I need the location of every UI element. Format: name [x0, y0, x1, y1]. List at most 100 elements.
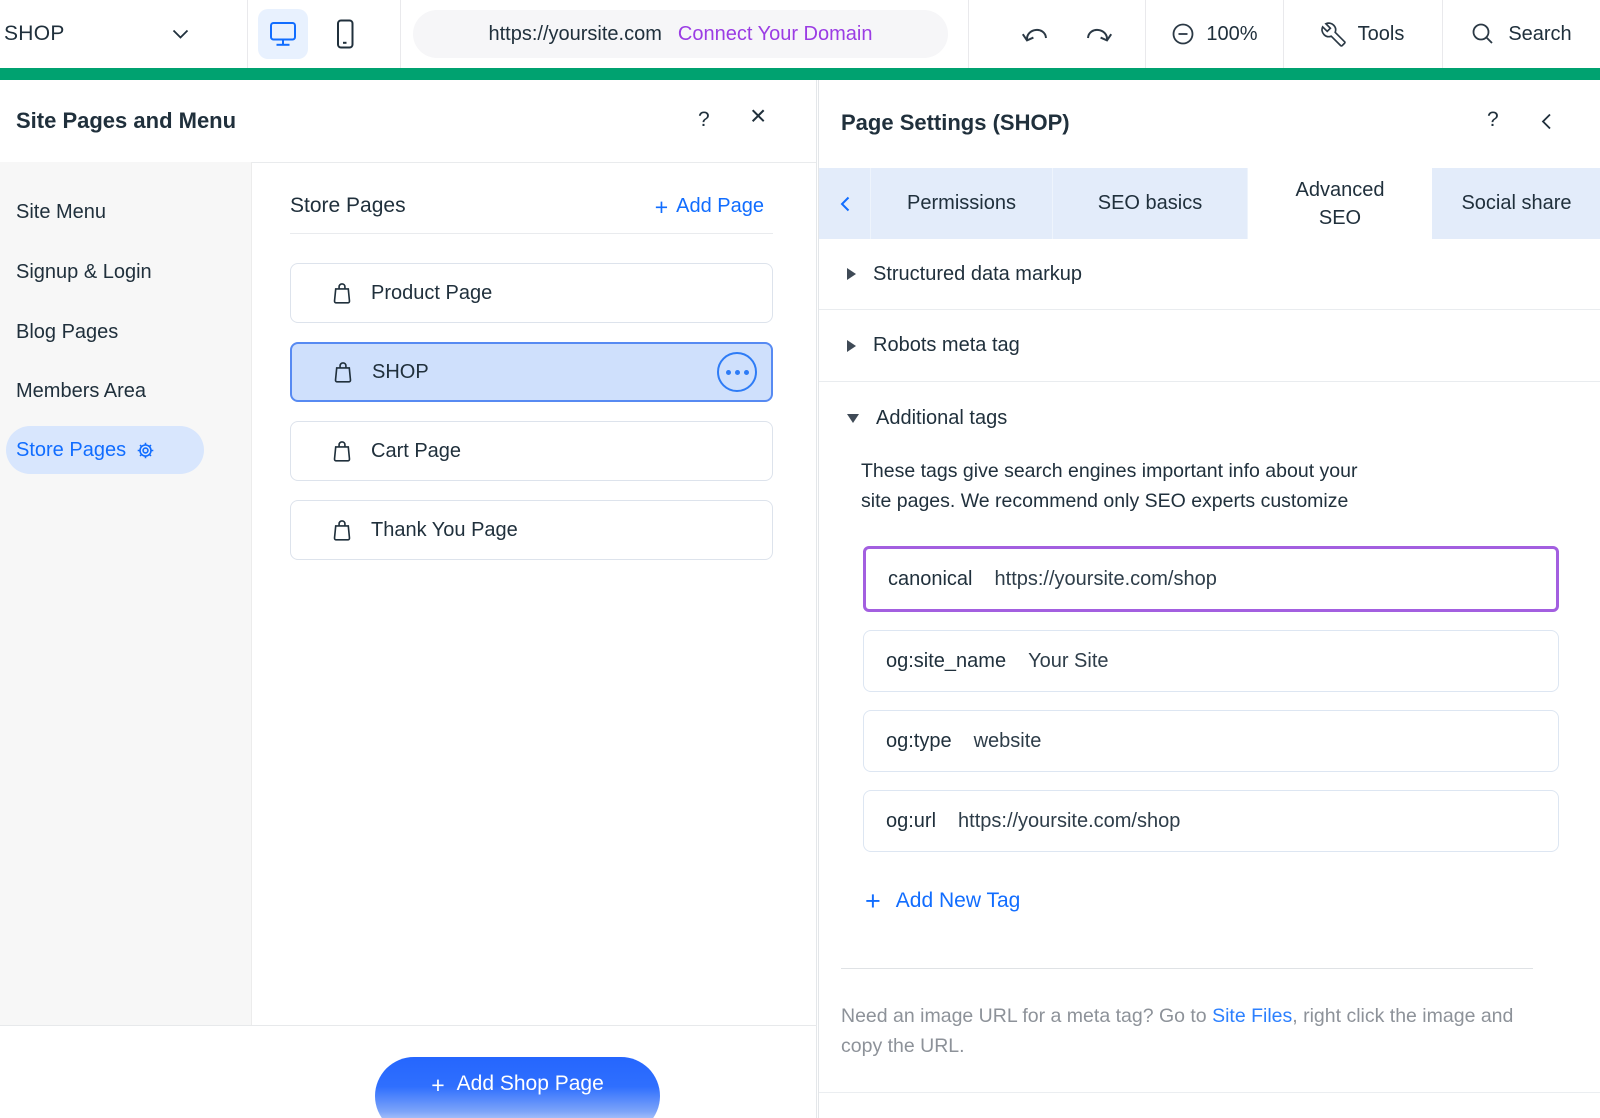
desktop-view-button[interactable] [258, 9, 308, 59]
heading-divider [290, 233, 773, 234]
triangle-right-icon [847, 268, 856, 280]
site-theme-accent-bar [0, 68, 1600, 80]
toolbar-divider [968, 0, 969, 68]
undo-icon[interactable] [1020, 21, 1052, 47]
meta-tag-name: og:type [886, 730, 952, 753]
wrench-icon [1321, 22, 1346, 47]
page-row-label: Product Page [371, 282, 492, 305]
meta-tag-field-og-url[interactable]: og:url https://yoursite.com/shop [863, 790, 1559, 852]
meta-tag-value: https://yoursite.com/shop [995, 568, 1217, 591]
meta-tag-name: og:site_name [886, 650, 1006, 673]
connect-domain-link[interactable]: Connect Your Domain [678, 23, 873, 46]
mobile-icon [332, 18, 358, 50]
description-line: site pages. We recommend only SEO expert… [861, 486, 1501, 516]
site-files-link[interactable]: Site Files [1212, 1005, 1292, 1027]
sidebar-item-members-area[interactable]: Members Area [16, 377, 146, 405]
search-label: Search [1508, 23, 1571, 46]
section-robots-meta-tag[interactable]: Robots meta tag [819, 310, 1600, 382]
page-row-shop[interactable]: SHOP [290, 342, 773, 402]
section-label: Structured data markup [873, 263, 1082, 286]
gear-icon[interactable] [136, 441, 155, 460]
sidebar-item-store-pages[interactable]: Store Pages [6, 426, 204, 474]
section-additional-tags[interactable]: Additional tags [819, 398, 1600, 438]
editor-window: SHOP https://yoursite.com Connect Your D… [0, 0, 1600, 1118]
tabs-scroll-left-button[interactable] [819, 168, 871, 239]
footer-divider [0, 1025, 817, 1026]
close-icon[interactable]: × [750, 102, 766, 130]
add-page-label: Add Page [676, 195, 764, 218]
add-new-tag-button[interactable]: + Add New Tag [865, 880, 1020, 922]
meta-tag-value: https://yoursite.com/shop [958, 810, 1180, 833]
tab-social-share[interactable]: Social share [1432, 168, 1600, 239]
shopping-bag-icon [329, 280, 355, 306]
zoom-out-icon [1170, 21, 1196, 47]
page-selector-label: SHOP [0, 22, 65, 46]
page-selector-dropdown[interactable]: SHOP [0, 0, 247, 68]
add-page-button[interactable]: + Add Page [655, 195, 764, 218]
site-url-bar[interactable]: https://yoursite.com Connect Your Domain [413, 10, 948, 58]
tab-label: Advanced SEO [1287, 176, 1393, 232]
panel-title: Page Settings (SHOP) [841, 110, 1070, 136]
shopping-bag-icon [329, 438, 355, 464]
page-options-button[interactable] [717, 352, 757, 392]
tab-advanced-seo[interactable]: Advanced SEO [1248, 168, 1432, 239]
description-line: These tags give search engines important… [861, 456, 1501, 486]
meta-tag-value: website [974, 730, 1042, 753]
tab-label: Permissions [907, 192, 1016, 215]
tab-permissions[interactable]: Permissions [871, 168, 1053, 239]
tab-seo-basics[interactable]: SEO basics [1053, 168, 1248, 239]
page-row-product-page[interactable]: Product Page [290, 263, 773, 323]
meta-tag-name: og:url [886, 810, 936, 833]
meta-tag-field-canonical[interactable]: canonical https://yoursite.com/shop [863, 546, 1559, 612]
sidebar-item-signup-login[interactable]: Signup & Login [16, 258, 152, 286]
page-row-label: Thank You Page [371, 519, 518, 542]
pages-sidebar: Site Menu Signup & Login Blog Pages Memb… [0, 162, 252, 1025]
image-url-note: Need an image URL for a meta tag? Go to … [841, 1001, 1557, 1061]
sidebar-item-blog-pages[interactable]: Blog Pages [16, 318, 118, 346]
chevron-down-icon [172, 29, 189, 40]
page-row-thank-you-page[interactable]: Thank You Page [290, 500, 773, 560]
collapse-panel-icon[interactable] [1541, 113, 1552, 130]
triangle-right-icon [847, 340, 856, 352]
tools-button[interactable]: Tools [1283, 0, 1442, 68]
meta-tag-field-og-site-name[interactable]: og:site_name Your Site [863, 630, 1559, 692]
site-pages-panel: Site Pages and Menu ? × Site Menu Signup… [0, 80, 817, 1118]
top-toolbar: SHOP https://yoursite.com Connect Your D… [0, 0, 1600, 68]
toolbar-divider [247, 0, 248, 68]
sidebar-item-site-menu[interactable]: Site Menu [16, 198, 106, 226]
plus-icon: + [431, 1072, 444, 1118]
site-pages-panel-header: Site Pages and Menu ? × [0, 80, 816, 163]
section-structured-data-markup[interactable]: Structured data markup [819, 239, 1600, 310]
tools-label: Tools [1358, 23, 1405, 46]
page-row-label: Cart Page [371, 440, 461, 463]
tab-label: SEO basics [1098, 192, 1202, 215]
additional-tags-description: These tags give search engines important… [861, 456, 1501, 516]
page-row-cart-page[interactable]: Cart Page [290, 421, 773, 481]
zoom-control[interactable]: 100% [1145, 0, 1283, 68]
mobile-view-button[interactable] [320, 9, 370, 59]
help-icon[interactable]: ? [698, 108, 710, 132]
help-icon[interactable]: ? [1487, 108, 1499, 132]
redo-icon[interactable] [1082, 21, 1114, 47]
panel-title: Site Pages and Menu [16, 108, 236, 134]
meta-tag-value: Your Site [1028, 650, 1108, 673]
site-url-text: https://yoursite.com [489, 23, 662, 46]
section-label: Robots meta tag [873, 334, 1020, 357]
undo-redo-group [988, 0, 1145, 68]
plus-icon: + [655, 196, 668, 218]
sidebar-item-label: Store Pages [16, 439, 126, 462]
search-button[interactable]: Search [1442, 0, 1600, 68]
zoom-level: 100% [1206, 23, 1257, 46]
page-row-label: SHOP [372, 361, 429, 384]
note-text: Need an image URL for a meta tag? Go to [841, 1005, 1212, 1027]
add-shop-page-button[interactable]: + Add Shop Page [375, 1057, 660, 1118]
triangle-down-icon [847, 414, 859, 423]
search-icon [1470, 21, 1496, 47]
add-shop-page-label: Add Shop Page [457, 1072, 604, 1118]
plus-icon: + [865, 886, 881, 917]
meta-tag-field-og-type[interactable]: og:type website [863, 710, 1559, 772]
page-settings-panel: Page Settings (SHOP) ? Permissions SEO b… [818, 80, 1600, 1118]
shopping-bag-icon [330, 359, 356, 385]
meta-tag-name: canonical [888, 568, 973, 591]
tab-label: Social share [1461, 192, 1571, 215]
